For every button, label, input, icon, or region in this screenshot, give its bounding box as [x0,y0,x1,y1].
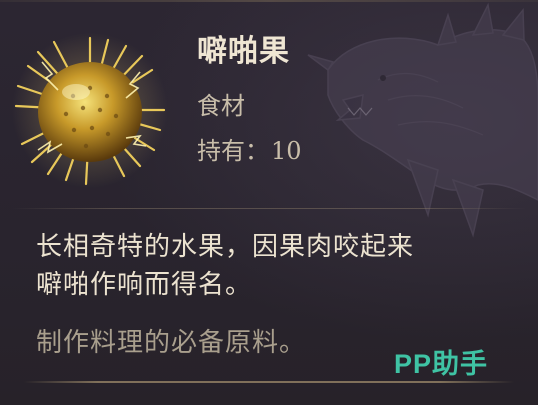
item-count: 持有： 10 [197,131,302,166]
spiky-golden-fruit-icon [12,32,168,188]
description-line-2: 噼啪作响而得名。 [36,270,253,300]
bottom-divider [24,381,514,383]
item-count-value: 10 [271,137,302,165]
divider [12,208,526,209]
item-description: 长相奇特的水果，因果肉咬起来 噼啪作响而得名。 [36,228,506,304]
item-category: 食材 [197,92,245,120]
item-tooltip-panel: 噼啪果 食材 持有： 10 长相奇特的水果，因果肉咬起来 噼啪作响而得名。 制作… [0,0,538,405]
watermark-logo: PP助手 [394,349,489,379]
item-count-label: 持有： [197,137,269,165]
dragon-silhouette-icon [307,2,538,238]
description-line-1: 长相奇特的水果，因果肉咬起来 [36,232,415,262]
item-usage-note: 制作料理的必备原料。 [36,328,307,358]
item-name: 噼啪果 [197,34,290,69]
